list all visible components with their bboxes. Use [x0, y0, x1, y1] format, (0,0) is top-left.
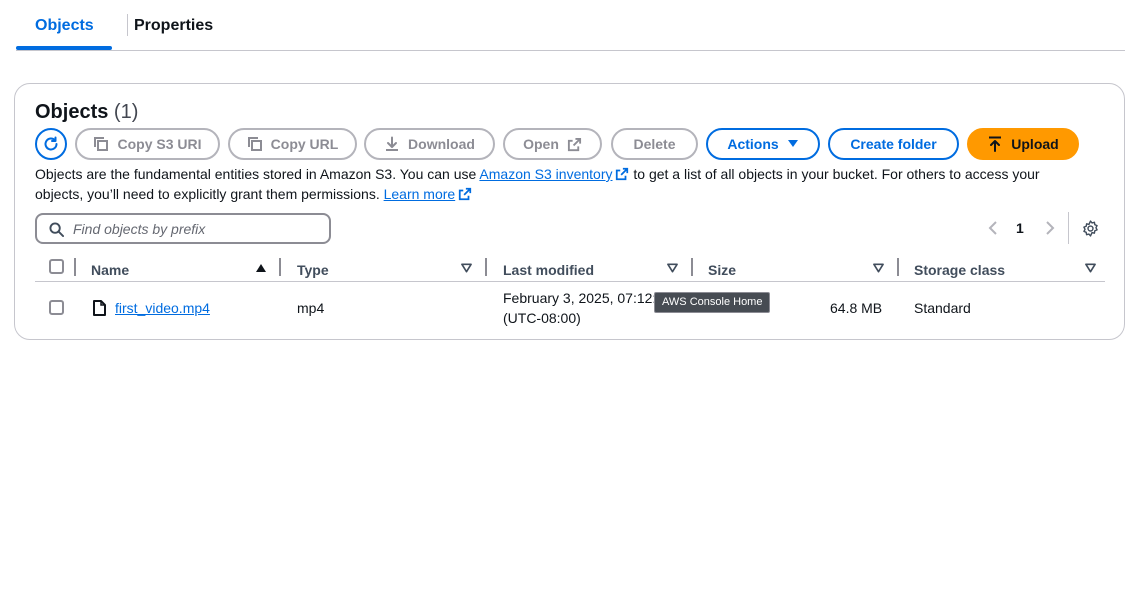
upload-label: Upload: [1011, 136, 1059, 152]
external-link-icon: [567, 137, 581, 151]
open-label: Open: [523, 136, 559, 152]
search-box: [35, 213, 331, 244]
object-last-modified-date: February 3, 2025, 07:12:: [503, 290, 657, 306]
refresh-icon: [44, 136, 58, 151]
column-header-size[interactable]: Size: [708, 258, 736, 282]
download-button[interactable]: Download: [364, 128, 495, 160]
chevron-left-icon[interactable]: [986, 220, 1000, 236]
column-separator: [691, 258, 693, 276]
sort-icon[interactable]: [461, 263, 472, 273]
learn-more-link[interactable]: Learn more: [384, 186, 456, 202]
description-text-1: Objects are the fundamental entities sto…: [35, 166, 480, 182]
column-header-type[interactable]: Type: [297, 258, 329, 282]
upload-button[interactable]: Upload: [967, 128, 1079, 160]
inventory-link-text: Amazon S3 inventory: [479, 166, 613, 182]
column-header-last-modified[interactable]: Last modified: [503, 258, 594, 282]
object-size: 64.8 MB: [830, 300, 883, 316]
refresh-button[interactable]: [35, 128, 67, 160]
tab-objects[interactable]: Objects: [35, 17, 94, 35]
tooltip: AWS Console Home: [654, 292, 771, 313]
column-separator: [74, 258, 76, 276]
column-header-name[interactable]: Name: [91, 258, 129, 282]
download-icon: [386, 136, 399, 151]
caret-down-icon: [787, 140, 798, 147]
copy-url-label: Copy URL: [270, 136, 339, 152]
create-folder-label: Create folder: [850, 136, 937, 152]
copy-s3-uri-label: Copy S3 URI: [117, 136, 202, 152]
copy-icon: [247, 137, 262, 151]
sort-ascending-icon[interactable]: [255, 263, 267, 273]
select-all-checkbox[interactable]: [49, 259, 64, 274]
delete-label: Delete: [633, 136, 676, 152]
object-last-modified-timezone: (UTC-08:00): [503, 310, 581, 326]
upload-icon: [989, 136, 1002, 152]
file-icon: [93, 300, 106, 316]
object-count: (1): [113, 101, 139, 123]
column-header-storage-class[interactable]: Storage class: [914, 258, 1005, 282]
sort-icon[interactable]: [873, 263, 884, 273]
objects-panel: Objects (1) Copy S3 URI Copy URL Downloa…: [14, 83, 1125, 340]
panel-title: Objects (1): [35, 101, 138, 124]
column-separator: [485, 258, 487, 276]
objects-description: Objects are the fundamental entities sto…: [35, 164, 1075, 204]
open-button[interactable]: Open: [503, 128, 602, 160]
gear-icon[interactable]: [1082, 220, 1099, 237]
actions-dropdown-button[interactable]: Actions: [706, 128, 820, 160]
object-type: mp4: [297, 300, 325, 316]
download-label: Download: [408, 136, 475, 152]
table-header-divider: [35, 281, 1105, 282]
tab-properties[interactable]: Properties: [134, 17, 213, 35]
amazon-s3-inventory-link[interactable]: Amazon S3 inventory: [479, 166, 612, 182]
object-name-link[interactable]: first_video.mp4: [115, 298, 210, 318]
panel-title-text: Objects: [35, 101, 109, 123]
row-checkbox[interactable]: [49, 300, 64, 315]
object-storage-class: Standard: [914, 300, 971, 316]
create-folder-button[interactable]: Create folder: [828, 128, 959, 160]
actions-label: Actions: [727, 136, 779, 152]
delete-button[interactable]: Delete: [611, 128, 698, 160]
pagination-divider: [1068, 212, 1069, 244]
active-tab-indicator: [16, 46, 112, 50]
tab-divider: [127, 14, 128, 36]
column-separator: [897, 258, 899, 276]
external-link-icon: [459, 187, 472, 201]
learn-more-text: Learn more: [383, 186, 456, 202]
copy-icon: [94, 137, 109, 151]
external-link-icon: [616, 167, 629, 181]
search-input[interactable]: [73, 219, 323, 239]
copy-url-button[interactable]: Copy URL: [228, 128, 357, 160]
search-icon: [49, 222, 64, 237]
current-page-number[interactable]: 1: [1016, 220, 1024, 236]
column-separator: [279, 258, 281, 276]
sort-icon[interactable]: [1085, 263, 1096, 273]
tab-bar: Objects Properties: [16, 0, 1125, 51]
copy-s3-uri-button[interactable]: Copy S3 URI: [75, 128, 220, 160]
chevron-right-icon[interactable]: [1043, 220, 1057, 236]
sort-icon[interactable]: [667, 263, 678, 273]
